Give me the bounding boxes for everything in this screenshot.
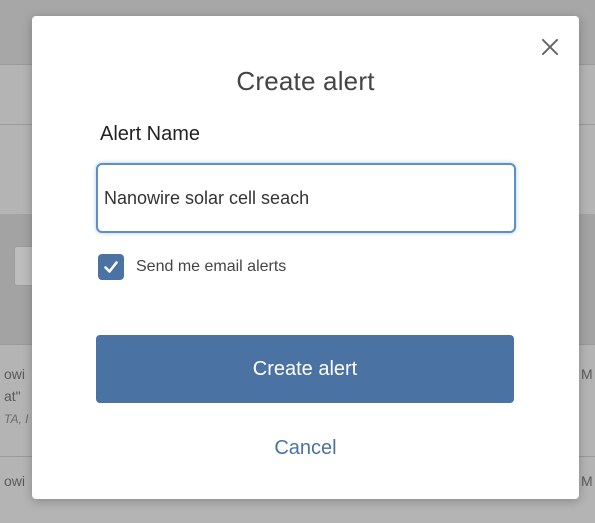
alert-name-input[interactable] — [96, 163, 516, 233]
email-alerts-option: Send me email alerts — [98, 254, 286, 280]
create-alert-button-label: Create alert — [252, 357, 358, 380]
background-result-meta: TA, I — [4, 412, 29, 426]
background-result-text: owi — [4, 366, 26, 382]
background-result-text: owi — [4, 473, 26, 489]
email-alerts-checkbox[interactable] — [98, 254, 124, 280]
cancel-link[interactable]: Cancel — [32, 437, 579, 460]
checkmark-icon — [104, 261, 118, 273]
background-result-text: at" — [4, 388, 21, 404]
dialog-title: Create alert — [236, 66, 375, 96]
create-alert-button[interactable]: Create alert — [96, 335, 514, 403]
background-result-text: M — [581, 473, 593, 489]
alert-name-label: Alert Name — [100, 123, 201, 145]
email-alerts-label[interactable]: Send me email alerts — [136, 258, 286, 276]
close-icon[interactable] — [539, 36, 561, 58]
create-alert-dialog: Create alert Alert Name Send me email al… — [32, 16, 579, 499]
background-result-text: M — [581, 366, 593, 382]
